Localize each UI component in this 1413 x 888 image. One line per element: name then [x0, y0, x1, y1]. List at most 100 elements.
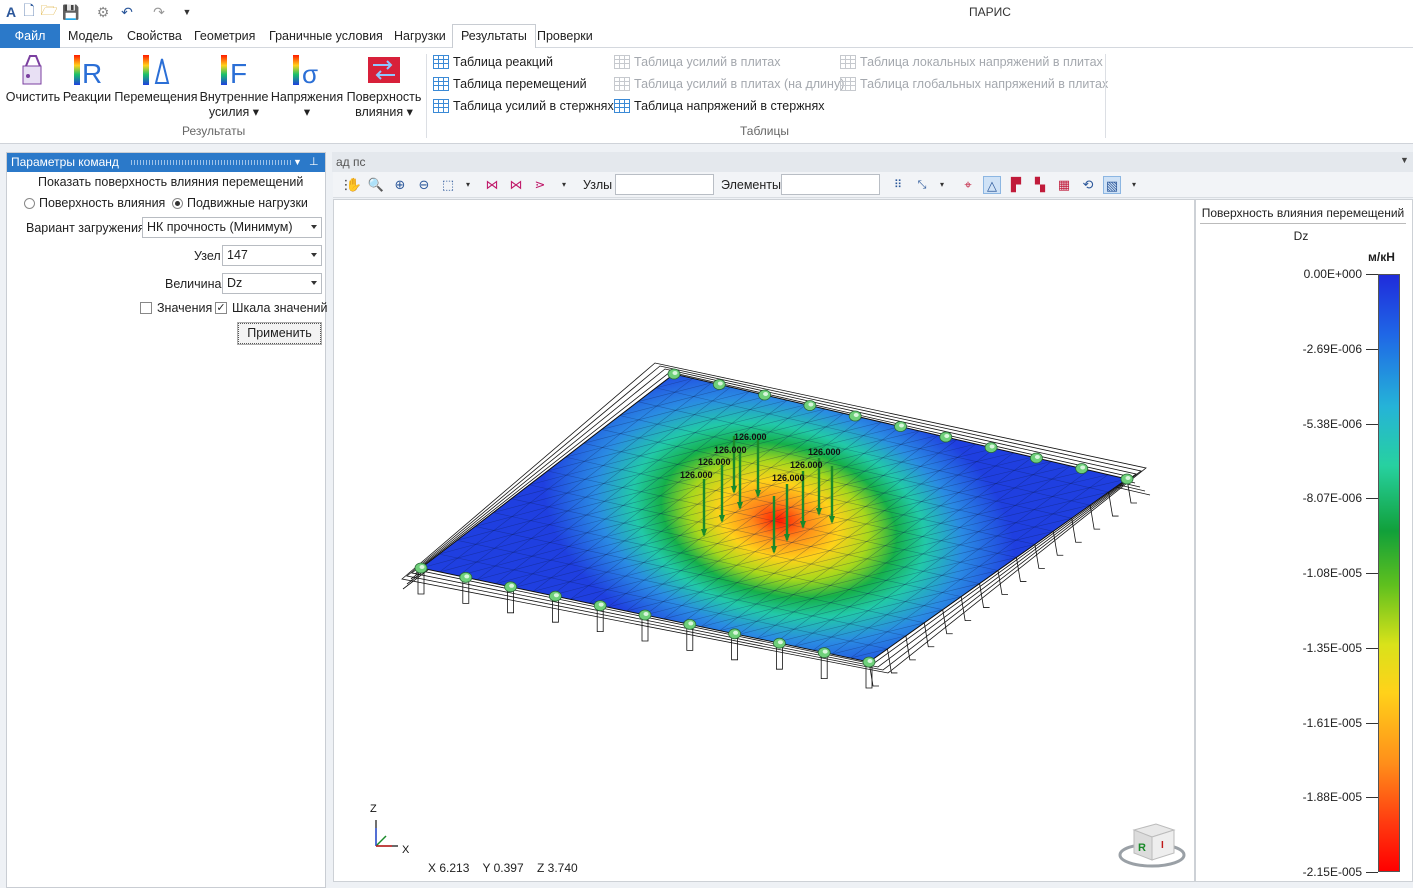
show-supports-icon[interactable]: ▛ — [1007, 176, 1025, 194]
chevron-down-icon — [311, 225, 317, 229]
x-axis-label: X — [402, 844, 410, 856]
select-elements-icon[interactable]: ⋈ — [507, 176, 525, 194]
nodes-input[interactable] — [615, 174, 714, 195]
support-icon — [414, 562, 428, 574]
influence-surface — [543, 374, 1015, 662]
load-value-label: 126.000 — [680, 470, 713, 480]
tab-model[interactable]: Модель — [60, 24, 121, 48]
legend-tick-mark — [1366, 348, 1378, 350]
girder-web — [1108, 492, 1119, 517]
support-icon — [1075, 463, 1089, 474]
apply-button[interactable]: Применить — [237, 322, 322, 345]
reactions-table-link[interactable]: Таблица реакций — [433, 52, 553, 72]
quantity-select[interactable]: Dz — [222, 273, 322, 294]
ribbon-separator — [426, 54, 427, 138]
legend-tick-label: -1.08E-005 — [1302, 566, 1362, 580]
influence-surface-button[interactable]: Поверхность влияния ▾ — [346, 52, 422, 122]
legend-color-bar — [1378, 274, 1400, 872]
open-folder-icon[interactable]: 🗁 — [40, 2, 58, 21]
table-icon — [433, 99, 449, 113]
plate-local-stresses-table-link[interactable]: Таблица локальных напряжений в плитах — [840, 52, 1103, 72]
redo-icon[interactable]: ↷ — [150, 3, 168, 21]
legend-tick-mark — [1366, 423, 1378, 425]
variant-select[interactable]: НК прочность (Минимум) — [142, 217, 322, 238]
customize-toolbar-icon[interactable]: ▼ — [178, 3, 196, 21]
internal-forces-button[interactable]: F Внутренние усилия ▾ — [199, 52, 269, 122]
node-select[interactable]: 147 — [222, 245, 322, 266]
svg-text:σ: σ — [302, 59, 318, 87]
load-value-label: 126.000 — [698, 457, 731, 467]
tab-file[interactable]: Файл — [0, 24, 60, 48]
plate-forces-per-length-table-link[interactable]: Таблица усилий в плитах (на длину) — [614, 74, 844, 94]
tab-menu-icon[interactable]: ▼ — [1400, 155, 1409, 165]
select-lines-icon[interactable]: ⋗ — [531, 176, 549, 194]
girder-web — [997, 570, 1008, 595]
displacements-button[interactable]: Перемещения — [114, 52, 198, 122]
dropdown-icon[interactable]: ▾ — [459, 176, 477, 194]
influence-surface-radio[interactable] — [24, 198, 35, 209]
displacements-table-link[interactable]: Таблица перемещений — [433, 74, 587, 94]
show-surface-icon[interactable]: △ — [983, 176, 1001, 194]
load-value-label: 126.000 — [734, 432, 767, 442]
support-icon — [593, 600, 607, 612]
command-parameters-panel: Параметры команд ▼ ⊥ Показать поверхност… — [6, 152, 328, 888]
clear-button[interactable]: Очистить — [4, 52, 62, 122]
tab-loads[interactable]: Нагрузки — [386, 24, 454, 48]
reactions-button[interactable]: R Реакции — [62, 52, 112, 122]
zoom-in-icon[interactable]: ⊕ — [391, 176, 409, 194]
ribbon-separator — [1105, 54, 1106, 138]
bar-forces-table-link[interactable]: Таблица усилий в стержнях — [433, 96, 614, 116]
table-icon — [433, 77, 449, 91]
moving-loads-radio[interactable] — [172, 198, 183, 209]
stresses-button[interactable]: σ Напряжения ▾ — [270, 52, 344, 122]
ribbon: Очистить R Реакции Перемещения F Внутрен… — [0, 48, 1413, 144]
tab-boundary-conditions[interactable]: Граничные условия — [261, 24, 391, 48]
zoom-icon[interactable]: 🔍 — [367, 176, 385, 194]
tab-results[interactable]: Результаты — [452, 24, 536, 49]
elements-input[interactable] — [781, 174, 880, 195]
model-3d-view[interactable]: 126.000 126.000 126.000 126.000 126.000 126.0… — [334, 200, 1194, 881]
scale-checkbox[interactable]: ✓ — [215, 302, 227, 314]
legend-tick-label: -2.15E-005 — [1302, 865, 1362, 879]
support-icon — [862, 656, 876, 668]
panel-header: Параметры команд ▼ ⊥ — [7, 153, 325, 172]
undo-icon[interactable]: ↶ — [118, 3, 136, 21]
panel-dropdown-icon[interactable]: ▼ — [293, 153, 302, 172]
plate-forces-table-link[interactable]: Таблица усилий в плитах — [614, 52, 781, 72]
tab-checks[interactable]: Проверки — [529, 24, 601, 48]
scale-checkbox-label: Шкала значений — [232, 301, 328, 315]
crosshair-icon[interactable]: ⌖ — [959, 176, 977, 194]
dropdown-icon[interactable]: ▾ — [1125, 176, 1143, 194]
legend-tick-mark — [1366, 872, 1378, 873]
support-icon — [817, 647, 831, 659]
values-checkbox[interactable] — [140, 302, 152, 314]
plate-global-stresses-table-link[interactable]: Таблица глобальных напряжений в плитах — [840, 74, 1108, 94]
support-icon — [1030, 452, 1043, 464]
tab-geometry[interactable]: Геометрия — [186, 24, 263, 48]
gear-icon[interactable]: ⚙ — [94, 3, 112, 21]
document-tab[interactable]: ад пс — [332, 152, 370, 172]
save-icon[interactable]: 💾 — [62, 3, 80, 21]
support-icon — [667, 368, 681, 380]
show-mesh-icon[interactable]: ▦ — [1055, 176, 1073, 194]
dropdown-icon[interactable]: ▾ — [933, 176, 951, 194]
local-axes-icon[interactable]: ⟲ — [1079, 176, 1097, 194]
element-ids-icon[interactable]: ⤡ — [913, 176, 931, 194]
zoom-out-icon[interactable]: ⊖ — [415, 176, 433, 194]
zoom-window-icon[interactable]: ⬚ — [439, 176, 457, 194]
bar-stresses-table-link[interactable]: Таблица напряжений в стержнях — [614, 96, 824, 116]
dropdown-icon[interactable]: ▾ — [555, 176, 573, 194]
pin-icon[interactable]: ⊥ — [309, 153, 319, 172]
view-cube-icon[interactable]: R I — [1118, 823, 1186, 868]
render-mode-icon[interactable]: ▧ — [1103, 176, 1121, 194]
select-nodes-icon[interactable]: ⋈ — [483, 176, 501, 194]
support-icon — [548, 590, 562, 602]
model-viewport[interactable]: 126.000 126.000 126.000 126.000 126.000 126.0… — [333, 199, 1195, 882]
legend-tick-label: 0.00E+000 — [1303, 267, 1362, 281]
show-loads-icon[interactable]: ▚ — [1031, 176, 1049, 194]
pan-icon[interactable]: ✋ — [345, 176, 363, 194]
new-file-icon[interactable]: 🗋 — [20, 2, 38, 21]
legend-tick-label: -5.38E-006 — [1302, 416, 1362, 431]
node-ids-icon[interactable]: ⠿ — [889, 176, 907, 194]
tab-properties[interactable]: Свойства — [119, 24, 190, 48]
